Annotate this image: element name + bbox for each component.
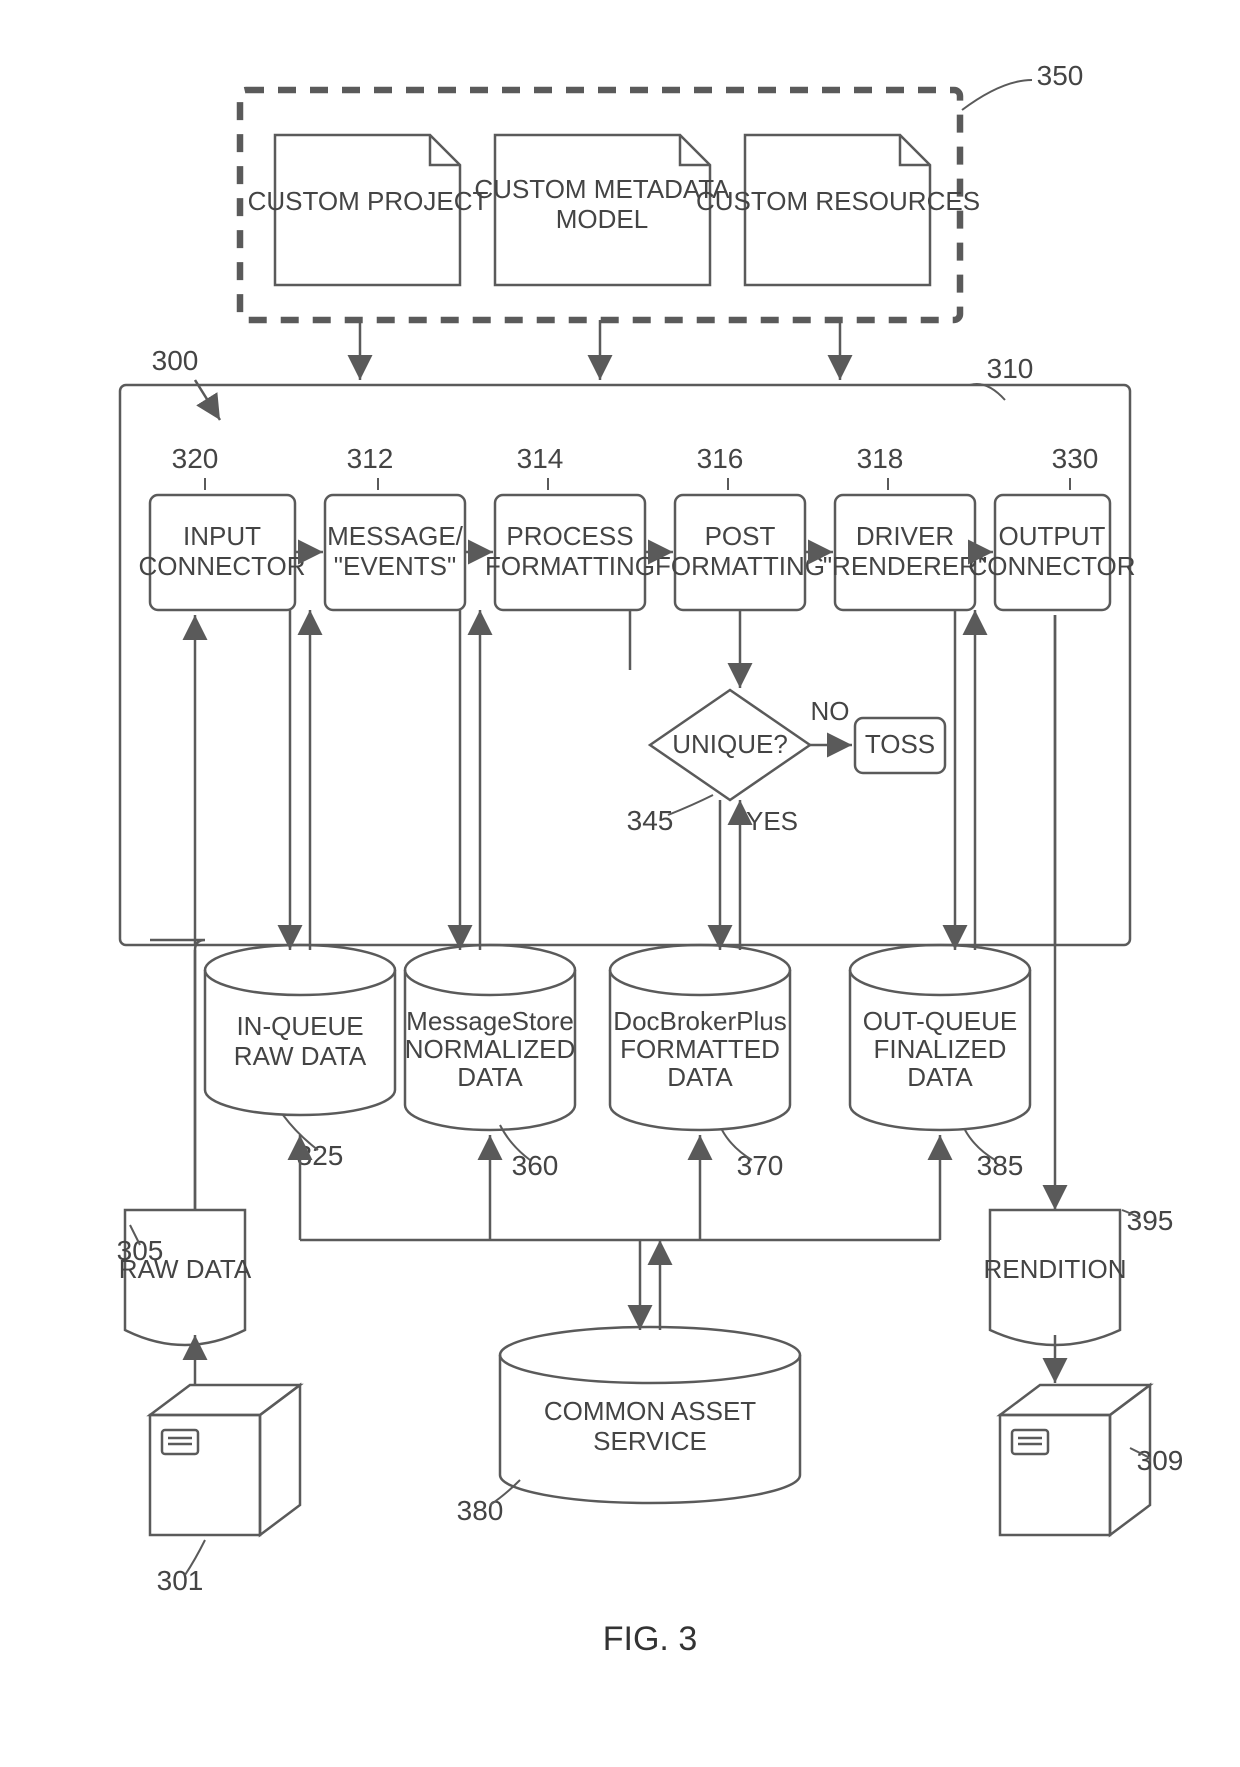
rendition-doc: RENDITION <box>984 1210 1127 1345</box>
svg-text:POST: POST <box>705 521 776 551</box>
custom-project-doc: CUSTOM PROJECT <box>248 135 489 285</box>
svg-text:OUTPUT: OUTPUT <box>999 521 1106 551</box>
custom-metadata-l1: CUSTOM METADATA <box>474 174 730 204</box>
label-318: 318 <box>857 443 904 474</box>
svg-text:FINALIZED: FINALIZED <box>874 1034 1007 1064</box>
label-360: 360 <box>512 1150 559 1181</box>
svg-text:DocBrokerPlus: DocBrokerPlus <box>613 1006 786 1036</box>
svg-text:DATA: DATA <box>907 1062 973 1092</box>
custom-metadata-l2: MODEL <box>556 204 648 234</box>
svg-text:CONNECTOR: CONNECTOR <box>968 551 1135 581</box>
label-310: 310 <box>987 353 1034 384</box>
unique-decision: UNIQUE? <box>650 690 810 800</box>
label-395: 395 <box>1127 1205 1174 1236</box>
svg-text:MessageStore: MessageStore <box>406 1006 574 1036</box>
label-300: 300 <box>152 345 199 376</box>
svg-text:IN-QUEUE: IN-QUEUE <box>236 1011 363 1041</box>
custom-project-label: CUSTOM PROJECT <box>248 186 489 216</box>
label-316: 316 <box>697 443 744 474</box>
common-asset-service-cyl: COMMON ASSET SERVICE <box>500 1327 800 1503</box>
svg-text:OUT-QUEUE: OUT-QUEUE <box>863 1006 1018 1036</box>
toss-box: TOSS <box>855 718 945 773</box>
svg-text:PROCESS: PROCESS <box>506 521 633 551</box>
out-queue-cyl: OUT-QUEUE FINALIZED DATA <box>850 945 1030 1130</box>
process-formatting-box: PROCESS FORMATTING <box>485 495 655 610</box>
label-330: 330 <box>1052 443 1099 474</box>
label-312: 312 <box>347 443 394 474</box>
figure-label: FIG. 3 <box>603 1620 697 1658</box>
label-309: 309 <box>1137 1445 1184 1476</box>
label-301: 301 <box>157 1565 204 1596</box>
output-connector-box: OUTPUT CONNECTOR <box>968 495 1135 610</box>
svg-text:"RENDERER": "RENDERER" <box>823 551 987 581</box>
svg-text:CONNECTOR: CONNECTOR <box>138 551 305 581</box>
svg-text:FORMATTING: FORMATTING <box>485 551 655 581</box>
svg-text:MESSAGE/: MESSAGE/ <box>327 521 464 551</box>
svg-text:DATA: DATA <box>667 1062 733 1092</box>
post-formatting-box: POST FORMATTING <box>655 495 825 610</box>
custom-metadata-doc: CUSTOM METADATA MODEL <box>474 135 730 285</box>
svg-text:FORMATTED: FORMATTED <box>620 1034 780 1064</box>
svg-text:SERVICE: SERVICE <box>593 1426 707 1456</box>
server-301 <box>150 1385 300 1535</box>
label-345: 345 <box>627 805 674 836</box>
svg-text:DRIVER: DRIVER <box>856 521 954 551</box>
label-314: 314 <box>517 443 564 474</box>
docbroker-cyl: DocBrokerPlus FORMATTED DATA <box>610 945 790 1130</box>
svg-text:TOSS: TOSS <box>865 729 935 759</box>
label-385: 385 <box>977 1150 1024 1181</box>
label-305: 305 <box>117 1235 164 1266</box>
svg-text:NORMALIZED: NORMALIZED <box>405 1034 575 1064</box>
server-309 <box>1000 1385 1150 1535</box>
svg-text:RENDITION: RENDITION <box>984 1254 1127 1284</box>
message-store-cyl: MessageStore NORMALIZED DATA <box>405 945 575 1130</box>
svg-text:UNIQUE?: UNIQUE? <box>672 729 788 759</box>
label-325: 325 <box>297 1140 344 1171</box>
in-queue-cyl: IN-QUEUE RAW DATA <box>205 945 395 1115</box>
custom-resources-doc: CUSTOM RESOURCES <box>696 135 980 285</box>
svg-text:"EVENTS": "EVENTS" <box>334 551 456 581</box>
processing-box <box>120 385 1130 945</box>
svg-text:RAW DATA: RAW DATA <box>234 1041 367 1071</box>
no-label: NO <box>811 696 850 726</box>
svg-text:COMMON ASSET: COMMON ASSET <box>544 1396 756 1426</box>
driver-box: DRIVER "RENDERER" <box>823 495 987 610</box>
label-350: 350 <box>1037 60 1084 91</box>
svg-text:FORMATTING: FORMATTING <box>655 551 825 581</box>
svg-text:INPUT: INPUT <box>183 521 261 551</box>
svg-text:DATA: DATA <box>457 1062 523 1092</box>
custom-resources-label: CUSTOM RESOURCES <box>696 186 980 216</box>
raw-data-doc: RAW DATA <box>119 1210 252 1345</box>
yes-label: YES <box>746 806 798 836</box>
input-connector-box: INPUT CONNECTOR <box>138 495 305 610</box>
label-320: 320 <box>172 443 219 474</box>
message-events-box: MESSAGE/ "EVENTS" <box>325 495 465 610</box>
